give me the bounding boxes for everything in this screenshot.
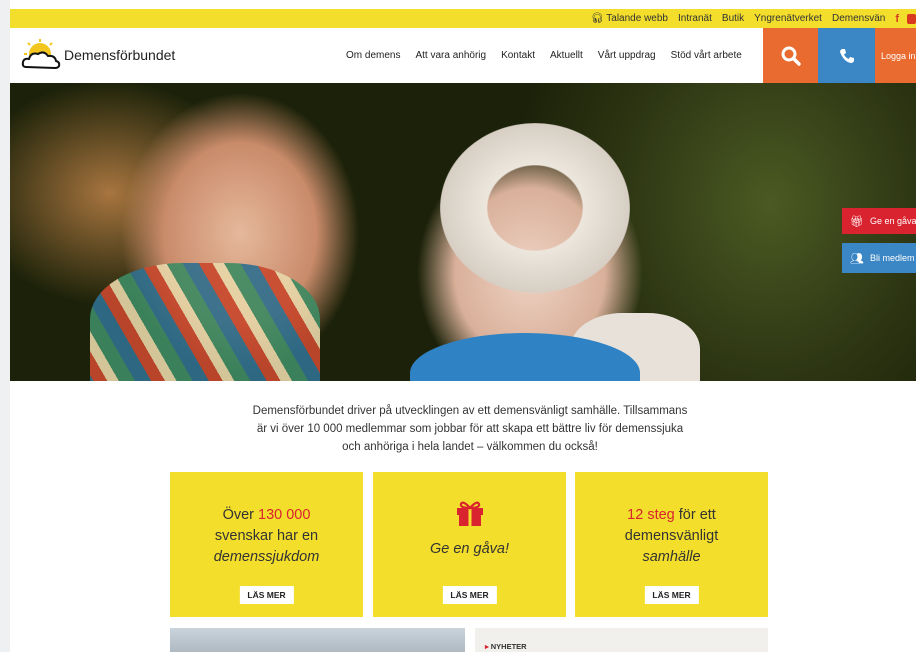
intro-text: Demensförbundet driver på utvecklingen a…	[252, 405, 688, 453]
page: 🎧︎ Talande webb Intranät Butik Yngrenätv…	[10, 0, 916, 652]
utility-link-intranat[interactable]: Intranät	[678, 13, 712, 24]
users-icon: 👥︎	[850, 252, 864, 265]
hero-photo-detail	[90, 263, 320, 381]
login-button[interactable]: Logga in	[875, 28, 916, 83]
card-12-steps[interactable]: 12 steg för ett demensvänligt samhälle L…	[575, 472, 768, 617]
nav-item-att-vara-anhorig[interactable]: Att vara anhörig	[415, 50, 486, 61]
utility-link-yngrenatverket[interactable]: Yngrenätverket	[754, 13, 822, 24]
search-button[interactable]	[763, 28, 818, 83]
card-statistics[interactable]: Över 130 000 svenskar har en demenssjukd…	[170, 472, 363, 617]
top-utility-bar: 🎧︎ Talande webb Intranät Butik Yngrenätv…	[10, 9, 916, 28]
gift-icon: 🎁︎	[850, 215, 864, 228]
nav-item-kontakt[interactable]: Kontakt	[501, 50, 535, 61]
youtube-icon[interactable]	[907, 13, 916, 24]
search-icon	[781, 46, 801, 66]
phone-button[interactable]	[818, 28, 875, 83]
nav-item-stod-vart-arbete[interactable]: Stöd vårt arbete	[671, 50, 742, 61]
nav-item-aktuellt[interactable]: Aktuellt	[550, 50, 583, 61]
headphones-icon: 🎧︎	[590, 13, 604, 24]
card-gift[interactable]: Ge en gåva! LÄS MER	[373, 472, 566, 617]
feature-image[interactable]	[170, 628, 465, 652]
hero-photo-detail	[440, 123, 630, 293]
caret-right-icon: ▸	[485, 642, 489, 651]
side-gift-button[interactable]: 🎁︎ Ge en gåva	[842, 208, 916, 234]
logo-name: Demensförbundet	[64, 47, 176, 63]
utility-link-butik[interactable]: Butik	[722, 13, 744, 24]
utility-links: 🎧︎ Talande webb Intranät Butik Yngrenätv…	[591, 9, 916, 28]
news-heading[interactable]: ▸ NYHETER	[485, 642, 527, 651]
phone-icon	[839, 48, 854, 63]
read-more-button[interactable]: LÄS MER	[644, 586, 699, 604]
site-header: Demensförbundet Om demens Att vara anhör…	[10, 28, 916, 83]
nav-item-om-demens[interactable]: Om demens	[346, 50, 400, 61]
read-more-button[interactable]: LÄS MER	[442, 586, 497, 604]
news-section: ▸ NYHETER	[475, 628, 768, 652]
side-member-button[interactable]: 👥︎ Bli medlem	[842, 243, 916, 273]
facebook-icon[interactable]: f	[895, 13, 899, 25]
hero-image	[10, 83, 916, 381]
main-nav: Om demens Att vara anhörig Kontakt Aktue…	[346, 28, 757, 83]
read-more-button[interactable]: LÄS MER	[239, 586, 294, 604]
utility-link-talande-webb[interactable]: 🎧︎ Talande webb	[591, 13, 668, 24]
sun-cloud-logo-icon	[21, 39, 61, 70]
utility-link-demensvan[interactable]: Demensvän	[832, 13, 885, 24]
nav-item-vart-uppdrag[interactable]: Vårt uppdrag	[598, 50, 656, 61]
gift-icon	[373, 472, 566, 533]
site-logo[interactable]: Demensförbundet	[20, 39, 175, 71]
